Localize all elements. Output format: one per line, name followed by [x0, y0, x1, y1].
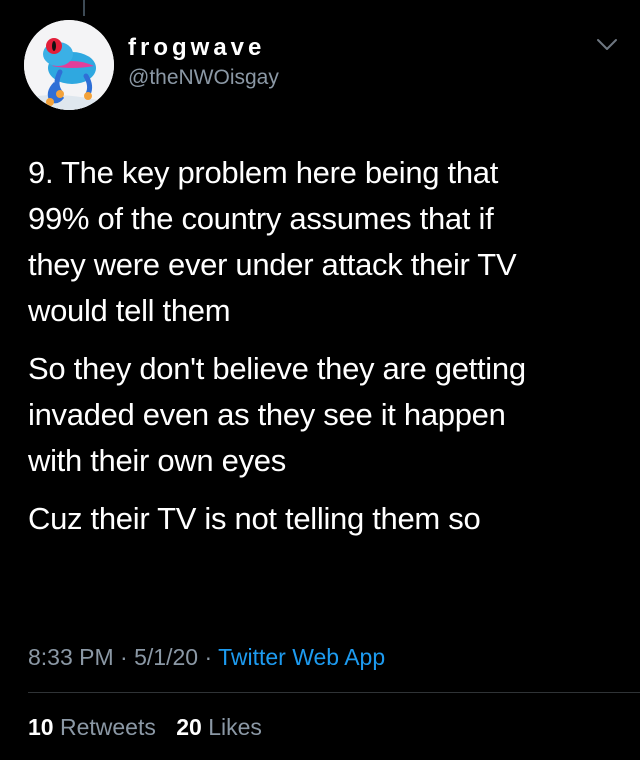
retweets-count: 10	[28, 714, 54, 740]
likes-count: 20	[176, 714, 202, 740]
tweet-time[interactable]: 8:33 PM	[28, 644, 114, 670]
likes-stat[interactable]: 20 Likes	[176, 710, 262, 744]
divider	[28, 692, 640, 693]
tree-frog-avatar-icon	[24, 20, 114, 110]
likes-label: Likes	[208, 714, 262, 740]
tweet-paragraph: Cuz their TV is not telling them so	[28, 501, 481, 536]
source-app-link[interactable]: Twitter Web App	[218, 644, 385, 670]
retweets-stat[interactable]: 10 Retweets	[28, 710, 156, 744]
tweet-date[interactable]: 5/1/20	[134, 644, 198, 670]
meta-separator: ·	[198, 644, 219, 670]
chevron-down-icon[interactable]	[596, 38, 618, 52]
tweet-paragraph: So they don't believe they are getting i…	[28, 351, 526, 478]
engagement-stats: 10 Retweets 20 Likes	[28, 710, 276, 744]
display-name[interactable]: frogwave	[128, 34, 279, 62]
meta-separator: ·	[113, 644, 135, 670]
tweet-header: frogwave @theNWOisgay	[0, 0, 640, 120]
avatar[interactable]	[24, 20, 114, 110]
user-handle[interactable]: @theNWOisgay	[128, 64, 279, 92]
retweets-label: Retweets	[59, 714, 156, 740]
tweet-metadata: 8:33 PM · 5/1/20 · Twitter Web App	[28, 640, 385, 674]
tweet-paragraph: 9. The key problem here being that 99% o…	[28, 155, 517, 328]
tweet-text: 9. The key problem here being that 99% o…	[28, 150, 618, 554]
author-names: frogwave @theNWOisgay	[128, 34, 279, 92]
